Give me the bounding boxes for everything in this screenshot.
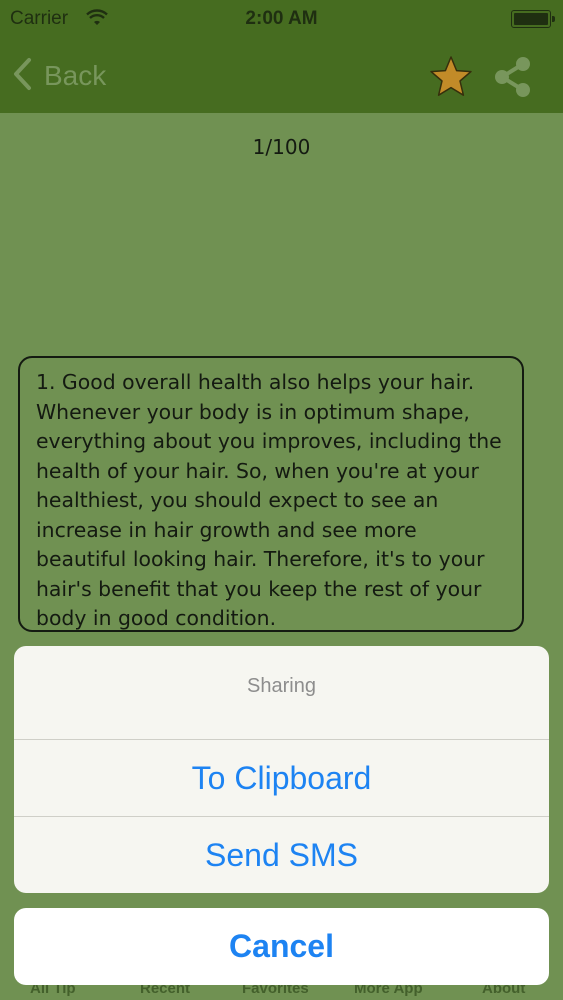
to-clipboard-button[interactable]: To Clipboard xyxy=(14,740,549,817)
action-sheet-title: Sharing xyxy=(14,646,549,740)
cancel-button[interactable]: Cancel xyxy=(14,908,549,985)
send-sms-button[interactable]: Send SMS xyxy=(14,817,549,893)
sharing-action-sheet: Sharing To Clipboard Send SMS xyxy=(14,646,549,893)
